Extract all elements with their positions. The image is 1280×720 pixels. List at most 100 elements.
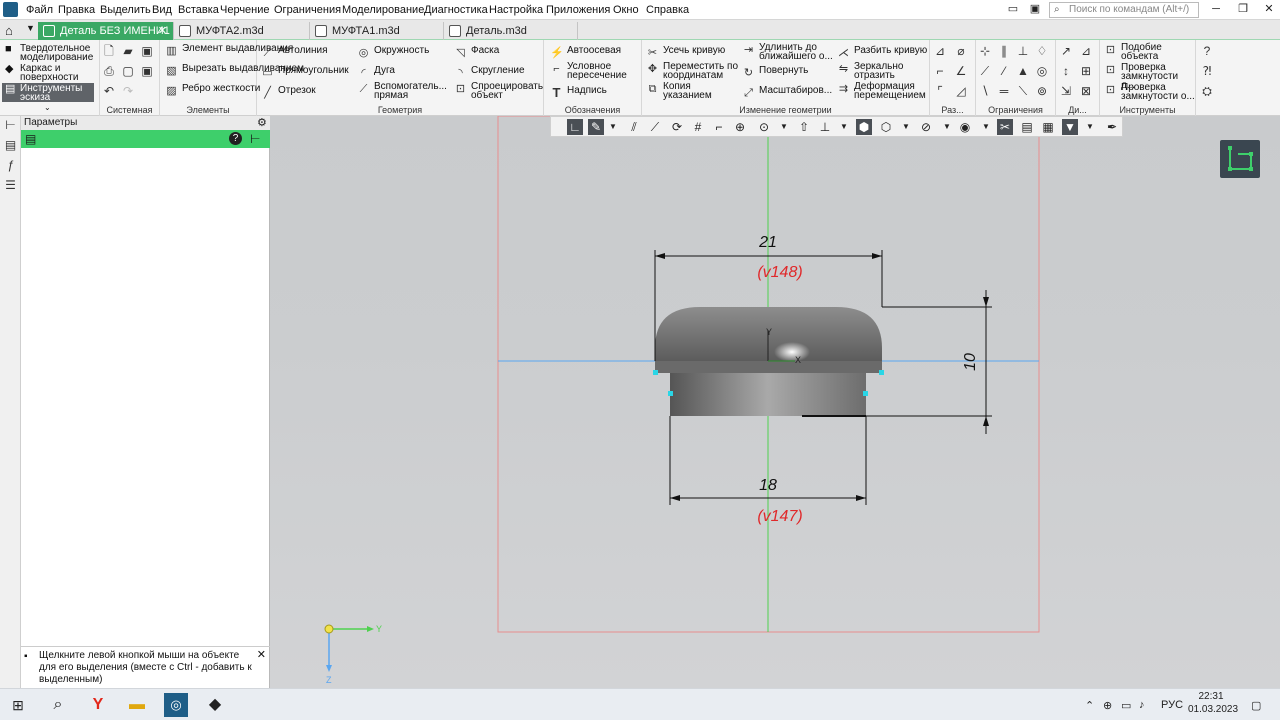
- new-file-icon[interactable]: 🗋: [102, 44, 116, 58]
- parallel-lines-icon[interactable]: ⫽: [626, 119, 642, 135]
- chamfer-button[interactable]: ◹ Фаска: [453, 46, 499, 60]
- menu-view[interactable]: Вид: [152, 4, 172, 16]
- radius-dim-icon[interactable]: ⌜: [933, 84, 947, 98]
- linear-dim-icon[interactable]: ⌐: [933, 64, 947, 78]
- tray-chevron-icon[interactable]: ⌃: [1085, 699, 1094, 712]
- collinear-icon[interactable]: ⟋: [978, 64, 992, 78]
- layers-icon[interactable]: ☰: [4, 179, 17, 192]
- kompas-viewer-icon[interactable]: ◆: [203, 693, 227, 717]
- parameters-icon[interactable]: ▤: [4, 139, 17, 152]
- symmetry-icon[interactable]: ▲: [1016, 64, 1030, 78]
- check-closure-2-button[interactable]: ⊡ Проверка замкнутости о...: [1103, 83, 1195, 102]
- open-folder-icon[interactable]: ▰: [121, 44, 135, 58]
- layers-view-icon[interactable]: ▤: [1019, 119, 1035, 135]
- aux-line-button[interactable]: ⟋ Вспомогатель... прямая: [356, 82, 448, 101]
- mode-sketch[interactable]: ▤ Инструменты эскиза: [2, 83, 94, 103]
- rotate-view-icon[interactable]: ⟳: [669, 119, 685, 135]
- panel-toggle-icon[interactable]: ▭: [1006, 2, 1020, 16]
- menu-file[interactable]: Файл: [26, 4, 53, 16]
- tab-mufta1[interactable]: МУФТА1.m3d: [310, 22, 444, 40]
- menu-help[interactable]: Справка: [646, 4, 689, 16]
- zoom-icon[interactable]: ⊕: [732, 119, 748, 135]
- orientation-icon[interactable]: ⇧: [796, 119, 812, 135]
- windows-start-icon[interactable]: ⊞: [6, 693, 30, 717]
- minimize-icon[interactable]: ─: [1209, 2, 1223, 16]
- fix-icon[interactable]: ⟋: [647, 119, 663, 135]
- diag5-icon[interactable]: ⇲: [1059, 84, 1073, 98]
- menu-modeling[interactable]: Моделирование: [342, 4, 424, 16]
- deform-button[interactable]: ⇉ Деформация перемещением: [836, 82, 928, 101]
- extend-button[interactable]: ⇥ Удлинить до ближайшего о...: [741, 43, 835, 62]
- command-search-input[interactable]: ⌕ Поиск по командам (Alt+/): [1049, 2, 1199, 18]
- chevron-down-icon[interactable]: ▼: [776, 119, 792, 135]
- mirror-button[interactable]: ⇋ Зеркально отразить: [836, 62, 928, 81]
- menu-drawing[interactable]: Черчение: [220, 4, 270, 16]
- split-curve-button[interactable]: ⋌ Разбить кривую: [836, 46, 927, 60]
- undo-icon[interactable]: ↶: [102, 84, 116, 98]
- volume-icon[interactable]: ♪: [1139, 699, 1145, 711]
- shaded-cube-icon[interactable]: ⬢: [856, 119, 872, 135]
- parallel-icon[interactable]: ∥: [997, 44, 1011, 58]
- menu-window[interactable]: Окно: [613, 4, 639, 16]
- tree-view-icon[interactable]: ⊢: [250, 132, 260, 146]
- menu-apps[interactable]: Приложения: [546, 4, 610, 16]
- horizontal-icon[interactable]: ⁄: [997, 64, 1011, 78]
- dimension-21[interactable]: 21: [758, 234, 777, 251]
- menu-constraints[interactable]: Ограничения: [274, 4, 341, 16]
- properties-icon[interactable]: ▦: [1040, 119, 1056, 135]
- similar-object-button[interactable]: ⊡ Подобие объекта: [1103, 43, 1195, 62]
- yandex-browser-icon[interactable]: Y: [86, 693, 110, 717]
- eyedropper-icon[interactable]: ✒: [1104, 119, 1120, 135]
- menu-edit[interactable]: Правка: [58, 4, 95, 16]
- context-help-icon[interactable]: ⁈: [1200, 64, 1214, 78]
- search-icon[interactable]: ⌕: [46, 693, 70, 717]
- grid-icon[interactable]: #: [690, 119, 706, 135]
- inscription-button[interactable]: T Надпись: [549, 86, 607, 100]
- tools-icon[interactable]: ⛭: [1200, 84, 1214, 98]
- arc-dim-icon[interactable]: ◿: [954, 84, 968, 98]
- fillet-button[interactable]: ◝ Скругление: [453, 66, 524, 80]
- dimension-auto-icon[interactable]: ⊿: [933, 44, 947, 58]
- help-circle-icon[interactable]: ?: [229, 132, 242, 145]
- axes-icon[interactable]: ⊥: [817, 119, 833, 135]
- arc-button[interactable]: ◜ Дуга: [356, 66, 395, 80]
- clock[interactable]: 22:31 01.03.2023: [1188, 690, 1238, 716]
- notification-icon[interactable]: ▢: [1251, 699, 1261, 712]
- tab-mufta2[interactable]: МУФТА2.m3d: [174, 22, 310, 40]
- menu-select[interactable]: Выделить: [100, 4, 151, 16]
- maximize-icon[interactable]: ❐: [1236, 2, 1250, 16]
- perpendicular-icon[interactable]: ⊥: [1016, 44, 1030, 58]
- chevron-down-icon[interactable]: ▼: [978, 119, 994, 135]
- concentric-icon[interactable]: ◎: [1035, 64, 1049, 78]
- vertical-icon[interactable]: ∖: [978, 84, 992, 98]
- mode-solid[interactable]: ■ Твердотельное моделирование: [2, 43, 94, 63]
- redo-icon[interactable]: ↷: [121, 84, 135, 98]
- battery-icon[interactable]: ▭: [1121, 699, 1131, 712]
- menu-settings[interactable]: Настройка: [489, 4, 543, 16]
- preview-icon[interactable]: ▢: [121, 64, 135, 78]
- chevron-down-icon[interactable]: ▼: [836, 119, 852, 135]
- close-tab-icon[interactable]: ✕: [158, 24, 167, 37]
- show-constraints-icon[interactable]: ⊚: [1035, 84, 1049, 98]
- file-explorer-icon[interactable]: ▬: [125, 693, 149, 717]
- section-icon[interactable]: ◉: [957, 119, 973, 135]
- wireframe-icon[interactable]: ⬡: [878, 119, 894, 135]
- rotate-button[interactable]: ↻ Повернуть: [741, 66, 809, 80]
- dimension-18[interactable]: 18: [759, 477, 777, 494]
- help-icon[interactable]: ?: [1200, 44, 1214, 58]
- save-all-icon[interactable]: ▣: [140, 64, 154, 78]
- circle-button[interactable]: ◎ Окружность: [356, 46, 430, 60]
- print-icon[interactable]: ⎙: [102, 64, 116, 78]
- variables-icon[interactable]: ƒ: [4, 159, 17, 172]
- coincide-icon[interactable]: ⟍: [1016, 84, 1030, 98]
- dimension-10[interactable]: 10: [962, 353, 979, 371]
- tree-icon[interactable]: ⊢: [4, 119, 17, 132]
- equal-icon[interactable]: ═: [997, 84, 1011, 98]
- save-icon[interactable]: ▣: [140, 44, 154, 58]
- rib-button[interactable]: ▨ Ребро жесткости: [164, 84, 260, 98]
- zoom-window-icon[interactable]: ⊙: [756, 119, 772, 135]
- chevron-down-icon[interactable]: ▼: [605, 119, 621, 135]
- menu-diagnostics[interactable]: Диагностика: [424, 4, 488, 16]
- segment-button[interactable]: ╱ Отрезок: [260, 86, 315, 100]
- tab-detail-unnamed[interactable]: Деталь БЕЗ ИМЕНИ1 ✕: [38, 22, 174, 40]
